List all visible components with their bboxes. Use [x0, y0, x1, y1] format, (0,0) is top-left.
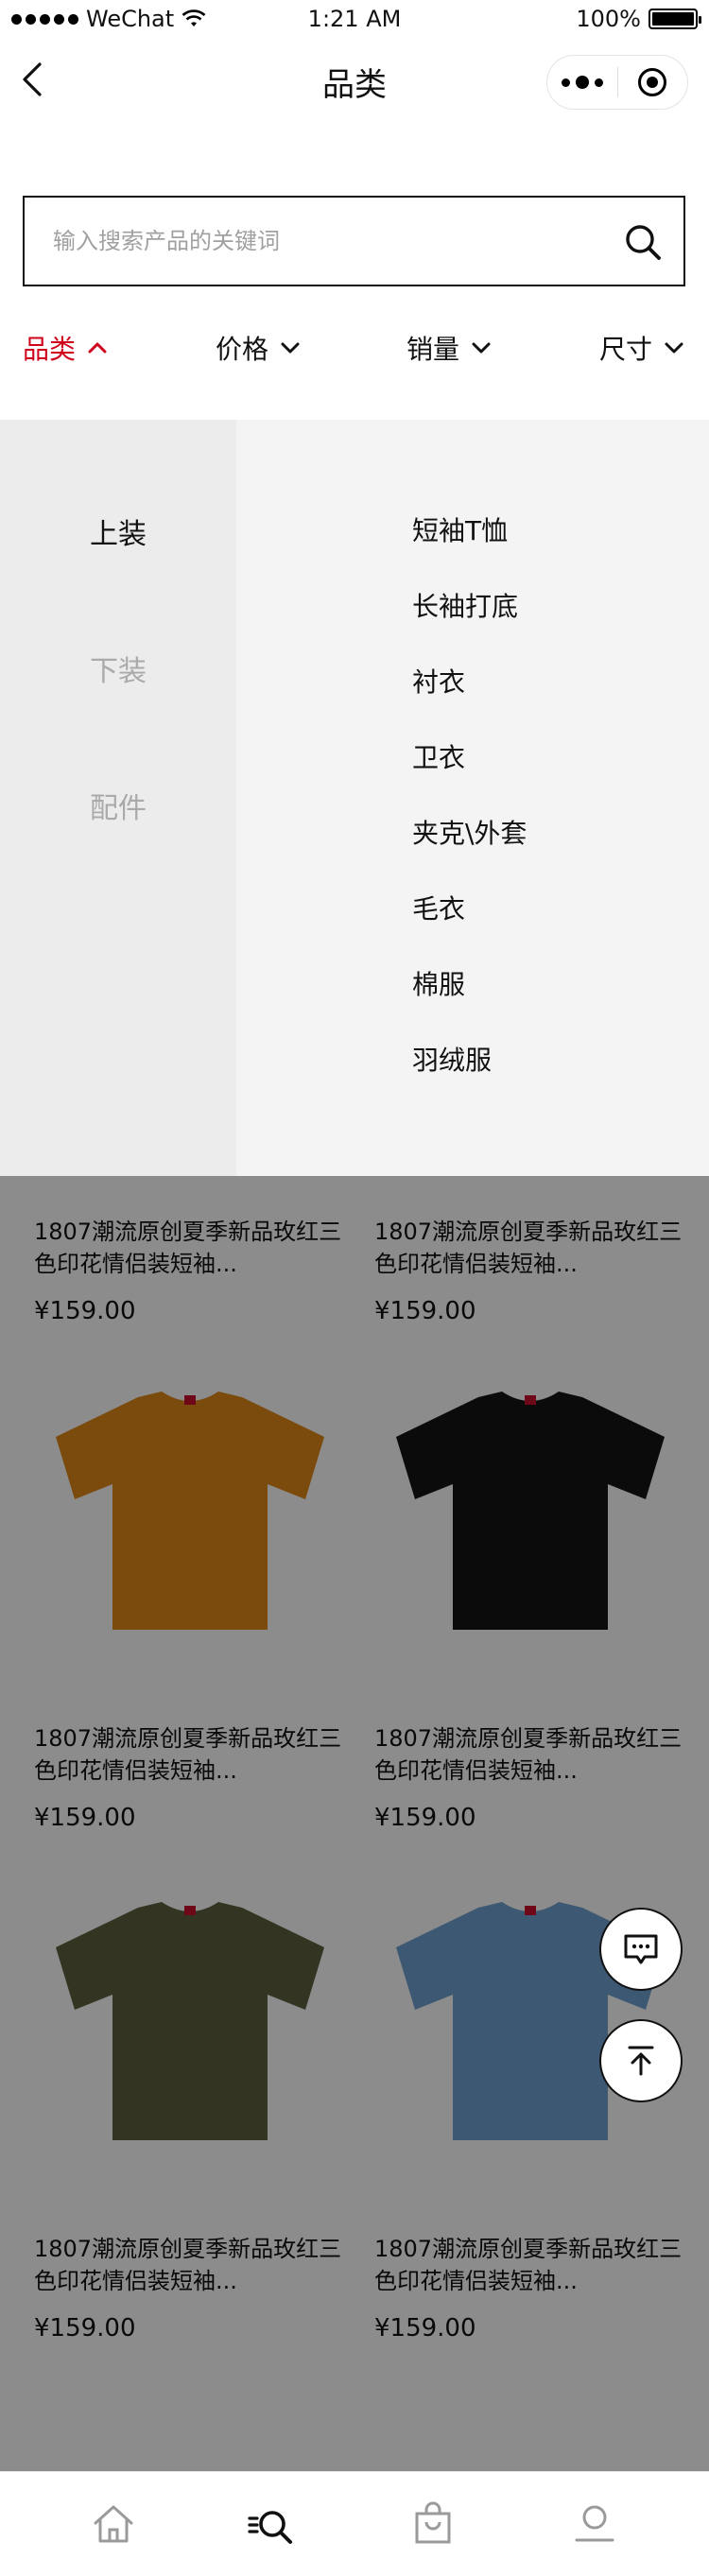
more-menu-button[interactable]	[547, 55, 617, 110]
filter-size[interactable]: 尺寸	[599, 329, 686, 367]
filter-price-label: 价格	[216, 334, 269, 365]
subcategory-item[interactable]: 长袖打底	[412, 586, 518, 624]
subcategory-item[interactable]: 羽绒服	[412, 1040, 492, 1078]
category-bottoms[interactable]: 下装	[0, 648, 236, 689]
subcategory-item[interactable]: 棉服	[412, 964, 465, 1002]
battery-level	[652, 12, 694, 26]
target-close-icon	[638, 68, 667, 96]
customer-service-button[interactable]	[599, 1908, 683, 1991]
cart-bag-icon	[415, 2501, 451, 2544]
tab-bar	[0, 2471, 709, 2576]
subcategory-item[interactable]: 短袖T恤	[412, 510, 508, 548]
mini-program-capsule	[546, 55, 688, 110]
tab-category[interactable]	[248, 2500, 295, 2548]
category-dropdown: 上装 下装 配件 短袖T恤 长袖打底 衬衣 卫衣 夹克\外套 毛衣 棉服 羽绒服	[0, 420, 709, 1176]
category-tops[interactable]: 上装	[0, 510, 236, 552]
profile-icon	[575, 2505, 614, 2542]
tab-cart[interactable]	[409, 2500, 457, 2548]
back-to-top-icon	[628, 2046, 654, 2076]
subcategory-item[interactable]: 卫衣	[412, 737, 465, 775]
chat-icon	[624, 1934, 658, 1964]
search-input[interactable]	[25, 198, 611, 285]
search-box	[23, 196, 685, 286]
status-bar: WeChat 1:21 AM 100%	[0, 0, 709, 38]
battery-icon	[648, 9, 701, 29]
home-icon	[94, 2505, 133, 2543]
chevron-down-icon	[665, 342, 683, 354]
chevron-down-icon	[472, 342, 491, 354]
filter-size-label: 尺寸	[599, 334, 653, 365]
close-mini-program-button[interactable]	[618, 55, 688, 110]
battery-percent: 100%	[576, 6, 641, 32]
subcategory-item[interactable]: 毛衣	[412, 889, 465, 926]
category-list: 上装 下装 配件	[0, 420, 236, 1176]
status-right: 100%	[576, 6, 701, 32]
category-accessories[interactable]: 配件	[0, 785, 236, 826]
back-to-top-button[interactable]	[599, 2019, 683, 2102]
tab-home[interactable]	[90, 2500, 137, 2548]
tab-profile[interactable]	[571, 2500, 618, 2548]
filter-sales-label: 销量	[406, 334, 460, 365]
filter-category[interactable]: 品类	[23, 329, 110, 367]
subcategory-item[interactable]: 衬衣	[412, 662, 465, 700]
category-search-icon	[248, 2511, 292, 2544]
chevron-up-icon	[88, 342, 107, 354]
filter-category-label: 品类	[23, 334, 77, 365]
nav-bar: 品类	[0, 38, 709, 123]
chevron-down-icon	[281, 342, 300, 354]
search-icon[interactable]	[623, 222, 663, 262]
subcategory-item[interactable]: 夹克\外套	[412, 813, 527, 851]
filter-bar: 品类 价格 销量 尺寸	[0, 321, 709, 378]
filter-price[interactable]: 价格	[216, 329, 303, 367]
filter-sales[interactable]: 销量	[406, 329, 493, 367]
